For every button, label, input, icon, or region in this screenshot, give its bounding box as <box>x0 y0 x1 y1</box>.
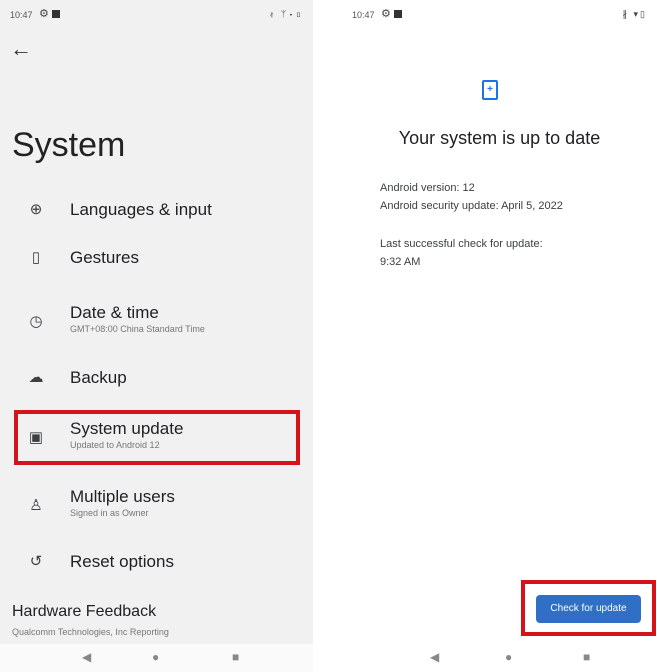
hardware-feedback-title[interactable]: Hardware Feedback <box>12 603 156 621</box>
last-check-label: Last successful check for update: <box>380 238 543 250</box>
settings-item-gestures[interactable]: ▯ Gestures <box>0 238 313 278</box>
settings-item-label: Gestures <box>70 248 139 267</box>
globe-icon: ⊕ <box>29 201 43 218</box>
nav-back-icon[interactable]: ◀ <box>430 650 439 664</box>
highlight-box-check-button <box>521 580 656 636</box>
system-update-screen: 10:47 ⚙ ∦ ▾▯ + Your system is up to date… <box>342 0 657 672</box>
settings-item-label: Date & time <box>70 303 159 322</box>
settings-item-label: Multiple users <box>70 487 175 506</box>
settings-item-label: Reset options <box>70 552 174 571</box>
person-icon: ♙ <box>29 497 43 514</box>
settings-item-summary: Signed in as Owner <box>70 508 149 518</box>
nav-home-icon[interactable]: ● <box>152 650 159 664</box>
status-bar: 10:47 ⚙ ∦ ▾▯ <box>352 8 647 24</box>
back-arrow-icon[interactable]: ← <box>10 38 32 60</box>
status-icons: ∦ ▾▯ <box>622 9 647 19</box>
hardware-feedback-summary: Qualcomm Technologies, Inc Reporting <box>12 627 169 637</box>
security-update: Android security update: April 5, 2022 <box>380 200 563 212</box>
status-bar: 10:47 ⚙ ∦ ᛘ▾▯ <box>10 8 303 24</box>
settings-item-label: Languages & input <box>70 200 212 219</box>
page-title: System <box>12 126 126 164</box>
status-time: 10:47 <box>352 10 375 20</box>
highlight-box-system-update <box>14 410 300 465</box>
navigation-bar: ◀ ● ■ <box>342 644 657 672</box>
nav-home-icon[interactable]: ● <box>505 650 512 664</box>
backup-icon: ☁ <box>28 369 44 386</box>
clock-icon: ◷ <box>29 313 43 330</box>
settings-item-languages[interactable]: ⊕ Languages & input <box>0 190 313 230</box>
settings-item-reset[interactable]: ↺ Reset options <box>0 542 313 582</box>
settings-item-multiple-users[interactable]: ♙ Multiple users Signed in as Owner <box>0 484 313 524</box>
nav-recents-icon[interactable]: ■ <box>232 650 239 664</box>
nav-back-icon[interactable]: ◀ <box>82 650 91 664</box>
settings-status-icon: ⚙ <box>381 8 391 20</box>
status-time: 10:47 <box>10 10 33 20</box>
last-check-time: 9:32 AM <box>380 256 421 268</box>
settings-system-screen: 10:47 ⚙ ∦ ᛘ▾▯ ← System ⊕ Languages & inp… <box>0 0 313 672</box>
system-update-icon: + <box>482 80 498 100</box>
settings-item-date-time[interactable]: ◷ Date & time GMT+08:00 China Standard T… <box>0 300 313 340</box>
settings-item-summary: GMT+08:00 China Standard Time <box>70 324 205 334</box>
settings-status-icon: ⚙ <box>39 8 49 20</box>
notification-status-icon <box>394 10 402 18</box>
update-status-heading: Your system is up to date <box>398 128 601 148</box>
status-icons: ∦ ᛘ▾▯ <box>268 9 303 19</box>
settings-item-label: Backup <box>70 368 127 387</box>
settings-item-backup[interactable]: ☁ Backup <box>0 358 313 398</box>
navigation-bar: ◀ ● ■ <box>0 644 313 672</box>
android-version: Android version: 12 <box>380 182 475 194</box>
history-icon: ↺ <box>29 553 43 570</box>
nav-recents-icon[interactable]: ■ <box>583 650 590 664</box>
notification-status-icon <box>52 10 60 18</box>
gestures-icon: ▯ <box>31 249 41 266</box>
